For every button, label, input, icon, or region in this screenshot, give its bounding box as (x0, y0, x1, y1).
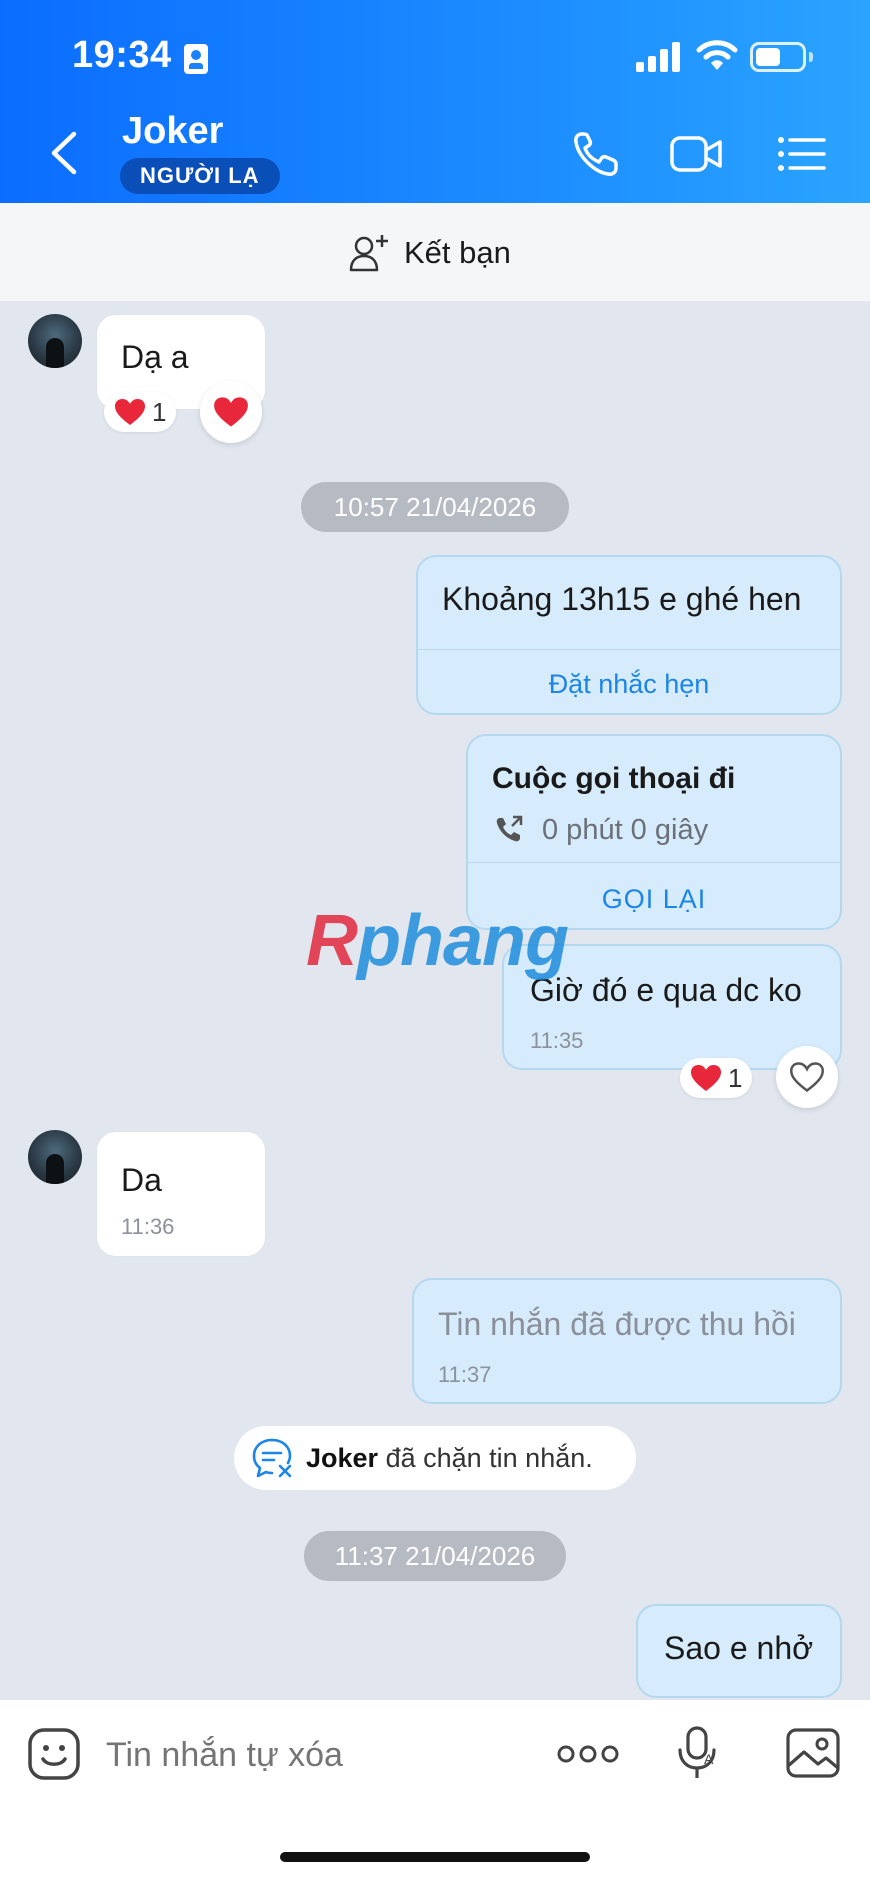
reaction-summary[interactable]: 1 (104, 392, 177, 432)
set-reminder-link[interactable]: Đặt nhắc hẹn (418, 669, 840, 700)
reaction-count: 1 (728, 1062, 743, 1093)
system-notice: Joker đã chặn tin nhắn. (234, 1426, 636, 1490)
signal-icon (636, 40, 682, 72)
message-text: Khoảng 13h15 e ghé hen (442, 581, 802, 617)
image-icon[interactable] (784, 1726, 842, 1780)
react-button[interactable] (776, 1046, 838, 1108)
add-friend-icon (349, 235, 388, 272)
avatar[interactable] (28, 1130, 82, 1184)
date-separator: 10:57 21/04/2026 (301, 482, 569, 532)
avatar[interactable] (28, 314, 82, 368)
message-time: 11:36 (121, 1214, 175, 1239)
call-title: Cuộc gọi thoại đi (492, 762, 736, 795)
voice-icon[interactable]: A (674, 1724, 722, 1782)
battery-icon (750, 42, 806, 72)
divider (468, 862, 840, 863)
id-card-icon (184, 44, 208, 74)
phone-outgoing-icon (496, 815, 523, 842)
wifi-icon (696, 40, 738, 70)
reaction-count: 1 (152, 396, 167, 427)
message-text: Dạ a (121, 339, 189, 375)
back-icon[interactable] (44, 128, 84, 178)
message-text: Tin nhắn đã được thu hồi (438, 1306, 796, 1342)
divider (418, 649, 840, 650)
video-icon[interactable] (668, 126, 724, 182)
heart-icon (214, 397, 248, 427)
heart-outline-icon (790, 1062, 824, 1093)
system-notice-name: Joker (306, 1442, 379, 1473)
message-bubble-outgoing[interactable]: Khoảng 13h15 e ghé hen Đặt nhắc hẹn (416, 555, 842, 715)
add-friend-label: Kết bạn (404, 235, 511, 270)
more-icon[interactable] (556, 1742, 620, 1766)
message-bubble-outgoing[interactable]: Sao e nhở (636, 1604, 842, 1698)
chat-header: 19:34 Joker NGƯỜI LẠ (0, 0, 870, 203)
svg-text:A: A (704, 1751, 714, 1767)
add-friend-bar[interactable]: Kết bạn (0, 203, 870, 301)
contact-name[interactable]: Joker (122, 110, 223, 153)
block-message-icon (252, 1438, 292, 1478)
heart-icon (115, 399, 145, 425)
message-input[interactable] (106, 1736, 506, 1775)
call-duration: 0 phút 0 giây (542, 814, 709, 846)
sticker-icon[interactable] (26, 1726, 82, 1782)
heart-icon (691, 1065, 721, 1091)
stranger-badge: NGƯỜI LẠ (120, 158, 280, 194)
system-notice-text: đã chặn tin nhắn. (385, 1442, 593, 1473)
message-text: Giờ đó e qua dc ko (530, 972, 802, 1008)
message-text: Sao e nhở (664, 1630, 814, 1666)
menu-icon[interactable] (772, 126, 828, 182)
message-input-bar: A (0, 1700, 870, 1883)
watermark-logo: Rphang (306, 901, 569, 981)
message-bubble-recalled[interactable]: Tin nhắn đã được thu hồi 11:37 (412, 1278, 842, 1404)
status-time: 19:34 (72, 34, 172, 76)
reaction-summary[interactable]: 1 (680, 1058, 753, 1098)
message-text: Da (121, 1162, 162, 1198)
message-time: 11:35 (530, 1028, 584, 1053)
date-separator: 11:37 21/04/2026 (304, 1531, 566, 1581)
home-indicator (280, 1852, 590, 1862)
message-time: 11:37 (438, 1362, 492, 1387)
call-icon[interactable] (568, 126, 624, 182)
react-button[interactable] (200, 381, 262, 443)
message-bubble-incoming[interactable]: Da 11:36 (96, 1131, 266, 1257)
